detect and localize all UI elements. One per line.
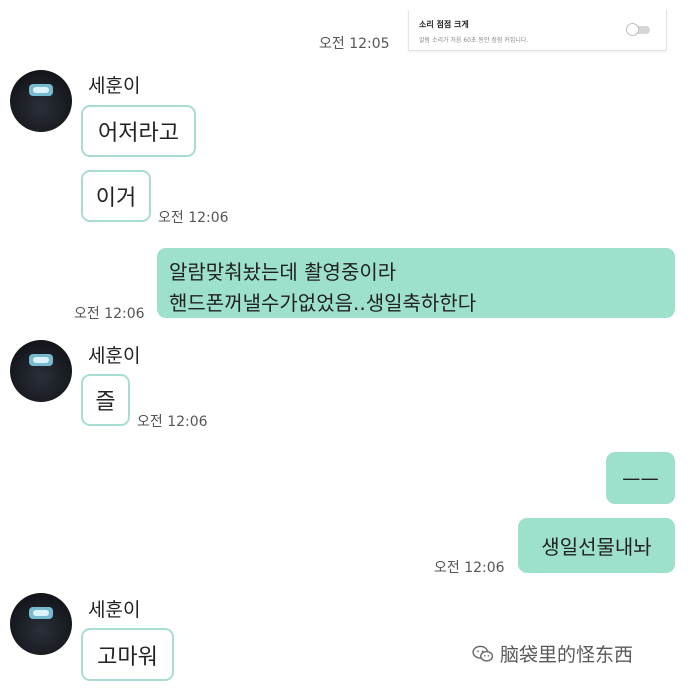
message-line: 알람맞춰놨는데 촬영중이라 xyxy=(169,260,397,284)
avatar-face-highlight xyxy=(33,357,49,363)
message-timestamp: 오전 12:06 xyxy=(74,306,145,322)
alarm-setting-card[interactable]: 소리 점점 크게 알람 소리가 처음 60초 동안 점점 커집니다. xyxy=(408,10,667,51)
message-bubble-outgoing[interactable]: ㅡㅡ xyxy=(606,452,675,504)
message-timestamp: 오전 12:06 xyxy=(434,560,505,576)
message-bubble-outgoing[interactable]: 생일선물내놔 xyxy=(518,518,675,573)
message-timestamp: 오전 12:06 xyxy=(158,210,229,226)
message-bubble-incoming[interactable]: 어저라고 xyxy=(81,105,196,157)
message-timestamp: 오전 12:06 xyxy=(137,414,208,430)
watermark: 脑袋里的怪东西 xyxy=(472,640,633,667)
watermark-text: 脑袋里的怪东西 xyxy=(500,644,634,666)
setting-subtitle: 알람 소리가 처음 60초 동안 점점 커집니다. xyxy=(419,37,529,44)
setting-toggle[interactable] xyxy=(626,23,650,36)
message-line: 핸드폰꺼낼수가없었음..생일축하한다 xyxy=(169,291,477,315)
avatar[interactable] xyxy=(10,593,72,655)
toggle-knob xyxy=(626,23,639,36)
timestamp-top: 오전 12:05 xyxy=(319,36,390,52)
avatar-face-highlight xyxy=(33,610,49,616)
message-bubble-incoming[interactable]: 고마워 xyxy=(81,628,174,681)
avatar-face-highlight xyxy=(33,87,49,93)
avatar[interactable] xyxy=(10,340,72,402)
sender-name: 세훈이 xyxy=(88,75,141,97)
message-bubble-incoming[interactable]: 이거 xyxy=(81,170,151,222)
wechat-icon xyxy=(472,645,494,662)
sender-name: 세훈이 xyxy=(88,599,141,621)
message-bubble-incoming[interactable]: 즐 xyxy=(81,374,130,426)
message-bubble-outgoing[interactable]: 알람맞춰놨는데 촬영중이라 핸드폰꺼낼수가없었음..생일축하한다 xyxy=(157,248,675,318)
setting-title: 소리 점점 크게 xyxy=(419,20,469,29)
sender-name: 세훈이 xyxy=(88,345,141,367)
avatar[interactable] xyxy=(10,70,72,132)
